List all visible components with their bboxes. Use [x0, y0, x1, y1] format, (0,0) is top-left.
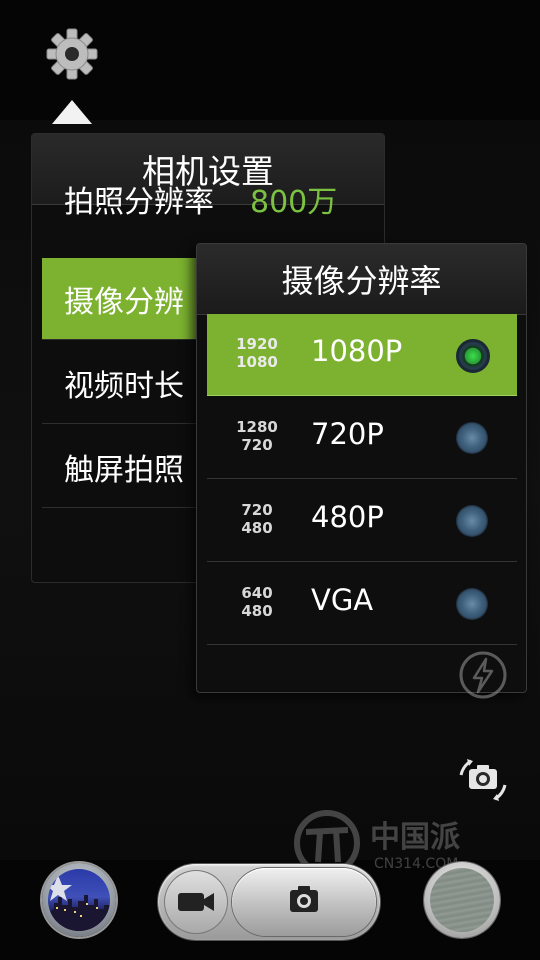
- capture-mode-switch[interactable]: [158, 864, 380, 940]
- settings-item-label: 拍照分辨率: [64, 185, 214, 220]
- gallery-thumbnail-image: [48, 869, 110, 931]
- resolution-label: 720P: [311, 417, 384, 451]
- resolution-width: 720: [241, 501, 273, 519]
- resolution-height: 480: [241, 519, 273, 537]
- resolution-dimensions: 1920 1080: [235, 335, 279, 371]
- resolution-label: 480P: [311, 500, 384, 534]
- radio-button[interactable]: [456, 588, 488, 620]
- resolution-width: 640: [241, 584, 273, 602]
- settings-item-value: 800万: [250, 185, 338, 220]
- photo-mode-button[interactable]: [232, 868, 376, 936]
- watermark-text: 中国派: [370, 820, 460, 855]
- resolution-height: 720: [241, 436, 273, 454]
- settings-item-label: 视频时长: [64, 368, 184, 404]
- video-camera-icon: [178, 893, 214, 911]
- resolution-label: 1080P: [311, 334, 403, 368]
- flash-icon[interactable]: [458, 650, 508, 700]
- video-resolution-menu: 摄像分辨率 1920 1080 1080P 1280 720 720P 720 …: [196, 243, 527, 693]
- gallery-thumbnail-button[interactable]: [42, 863, 116, 937]
- resolution-dimensions: 1280 720: [235, 418, 279, 454]
- video-mode-button[interactable]: [164, 870, 228, 934]
- camera-icon: [290, 886, 318, 912]
- resolution-dimensions: 640 480: [235, 584, 279, 620]
- resolution-height: 480: [241, 602, 273, 620]
- resolution-label: VGA: [311, 583, 374, 617]
- shutter-button[interactable]: [424, 862, 500, 938]
- gear-icon[interactable]: [46, 28, 98, 80]
- resolution-width: 1920: [236, 335, 278, 353]
- radio-button-selected[interactable]: [456, 339, 490, 373]
- resolution-dimensions: 720 480: [235, 501, 279, 537]
- resolution-height: 1080: [236, 353, 278, 371]
- menu-pointer-icon: [52, 100, 92, 124]
- resolution-option-720p[interactable]: 1280 720 720P: [207, 397, 517, 479]
- resolution-option-vga[interactable]: 640 480 VGA: [207, 563, 517, 645]
- resolution-option-480p[interactable]: 720 480 480P: [207, 480, 517, 562]
- shutter-button-face: [430, 868, 494, 932]
- radio-button[interactable]: [456, 422, 488, 454]
- switch-camera-icon[interactable]: [455, 755, 511, 805]
- settings-item-label: 摄像分辨: [64, 284, 184, 320]
- resolution-width: 1280: [236, 418, 278, 436]
- settings-item-label: 触屏拍照: [64, 452, 184, 488]
- resolution-option-1080p[interactable]: 1920 1080 1080P: [207, 314, 517, 396]
- settings-item-photo-resolution[interactable]: 拍照分辨率 800万: [42, 174, 384, 224]
- video-resolution-title: 摄像分辨率: [197, 244, 526, 315]
- radio-button[interactable]: [456, 505, 488, 537]
